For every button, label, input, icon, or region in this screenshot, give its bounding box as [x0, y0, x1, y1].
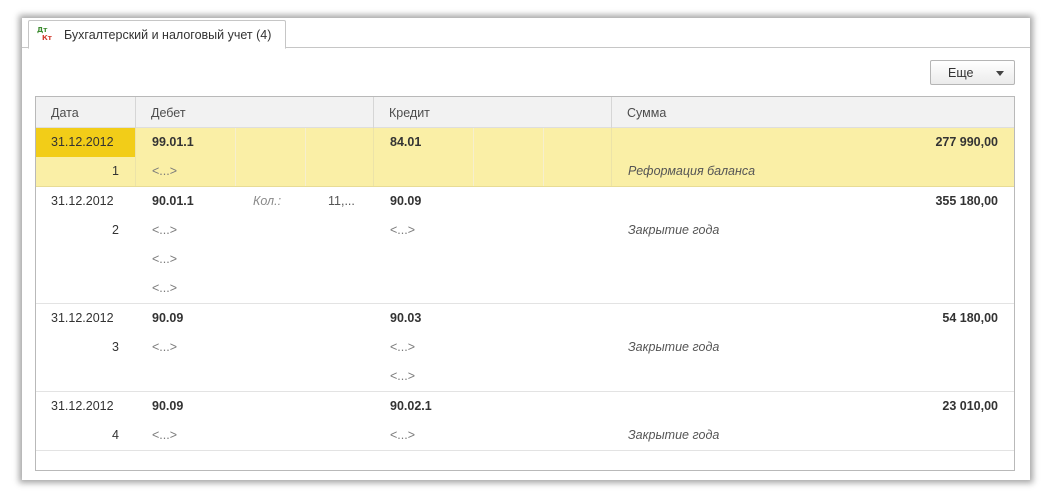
cell-divider [611, 128, 612, 186]
cell-credit-subconto[interactable]: <...> [390, 216, 415, 245]
cell-debit-account[interactable]: 90.01.1 [152, 187, 194, 216]
column-header-debit[interactable]: Дебет [136, 97, 374, 128]
cell-debit-subconto[interactable]: <...> [152, 157, 177, 186]
column-header-credit[interactable]: Кредит [374, 97, 612, 128]
cell-debit-account[interactable]: 90.09 [152, 392, 183, 421]
cell-divider [305, 128, 306, 186]
table-row[interactable]: 31.12.2012 99.01.1 84.01 277 990,00 1 Реформа… [36, 128, 1014, 187]
table-body: 31.12.2012 99.01.1 84.01 277 990,00 1 Реформа… [36, 128, 1014, 451]
cell-debit-subconto[interactable]: <...> [152, 421, 177, 450]
cell-sum[interactable]: 23 010,00 [628, 392, 998, 421]
table-row[interactable]: 31.12.2012 90.01.1 Кол.: 11,... 90.09 355 180… [36, 187, 1014, 304]
cell-comment[interactable]: Закрытие года [628, 421, 719, 450]
document-panel: Дт Кт Бухгалтерский и налоговый учет (4)… [22, 18, 1030, 480]
cell-divider [135, 128, 136, 186]
cell-debit-subconto[interactable]: <...> [152, 245, 177, 274]
dropdown-arrow-icon [996, 71, 1004, 76]
more-button[interactable]: Еще [930, 60, 1015, 85]
cell-divider [235, 128, 236, 186]
cell-comment[interactable]: Реформация баланса [628, 157, 755, 186]
cell-divider [473, 128, 474, 186]
cell-credit-account[interactable]: 90.09 [390, 187, 421, 216]
tab-title: Бухгалтерский и налоговый учет (4) [64, 27, 272, 42]
table-row[interactable]: 31.12.2012 90.09 90.03 54 180,00 3 Закрытие г… [36, 304, 1014, 392]
column-header-sum[interactable]: Сумма [612, 97, 1014, 128]
cell-debit-subconto[interactable]: <...> [152, 216, 177, 245]
tab-accounting[interactable]: Дт Кт Бухгалтерский и налоговый учет (4) [28, 20, 286, 49]
cell-credit-subconto[interactable]: <...> [390, 333, 415, 362]
tab-strip: Дт Кт Бухгалтерский и налоговый учет (4) [22, 18, 1030, 49]
dt-kt-icon: Дт Кт [37, 25, 52, 42]
cell-divider [543, 128, 544, 186]
cell-credit-account[interactable]: 90.03 [390, 304, 421, 333]
cell-credit-account[interactable]: 90.02.1 [390, 392, 432, 421]
cell-debit-qty-value[interactable]: 11,... [328, 187, 355, 216]
cell-date[interactable]: 31.12.2012 [36, 392, 135, 421]
cell-debit-account[interactable]: 90.09 [152, 304, 183, 333]
cell-row-number: 1 [112, 164, 119, 178]
cell-debit-account[interactable]: 99.01.1 [152, 128, 194, 157]
cell-comment[interactable]: Закрытие года [628, 333, 719, 362]
table-header: Дата Дебет Кредит Сумма [36, 97, 1014, 128]
cell-comment[interactable]: Закрытие года [628, 216, 719, 245]
cell-sum[interactable]: 355 180,00 [628, 187, 998, 216]
cell-row-number: 2 [112, 223, 119, 237]
cell-date[interactable]: 31.12.2012 [36, 304, 135, 333]
cell-date[interactable]: 31.12.2012 [36, 128, 135, 157]
cell-divider [373, 128, 374, 186]
cell-credit-subconto[interactable]: <...> [390, 421, 415, 450]
cell-sum[interactable]: 277 990,00 [628, 128, 998, 157]
cell-date[interactable]: 31.12.2012 [36, 187, 135, 216]
table-row[interactable]: 31.12.2012 90.09 90.02.1 23 010,00 4 Закрытие… [36, 392, 1014, 451]
more-button-label: Еще [948, 65, 974, 80]
cell-debit-subconto[interactable]: <...> [152, 333, 177, 362]
column-header-date[interactable]: Дата [36, 97, 136, 128]
cell-debit-qty-label: Кол.: [253, 194, 282, 208]
cell-row-number: 4 [112, 428, 119, 442]
cell-row-number: 3 [112, 340, 119, 354]
cell-credit-account[interactable]: 84.01 [390, 128, 421, 157]
cell-sum[interactable]: 54 180,00 [628, 304, 998, 333]
cell-debit-subconto[interactable]: <...> [152, 274, 177, 303]
cell-credit-subconto[interactable]: <...> [390, 362, 415, 391]
entries-table[interactable]: Дата Дебет Кредит Сумма 31.12.2012 99.01.… [35, 96, 1015, 471]
